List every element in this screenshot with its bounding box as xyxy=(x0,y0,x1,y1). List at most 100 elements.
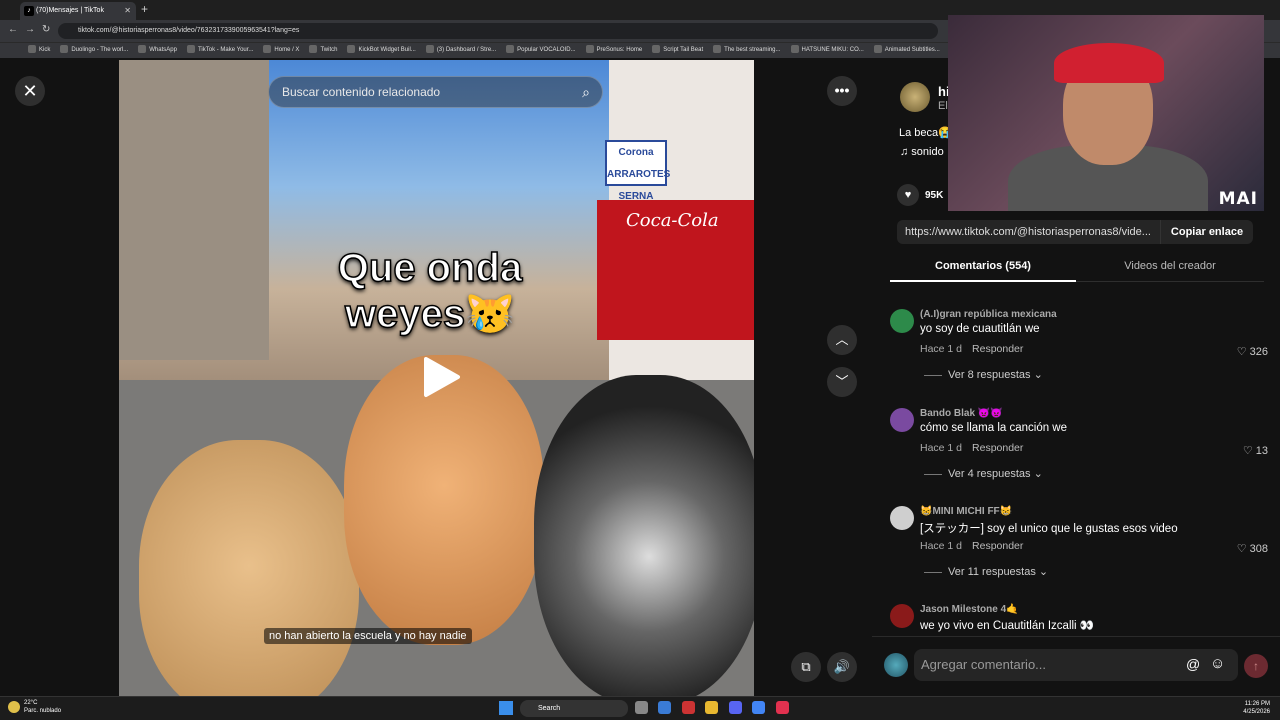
bookmark-item[interactable]: Duolingo - The worl... xyxy=(60,45,128,54)
taskbar-search[interactable]: Search xyxy=(520,700,628,717)
taskbar-clock[interactable]: 11:26 PM 4/25/2026 xyxy=(1243,700,1270,716)
url-field[interactable]: tiktok.com/@historiasperronas8/video/763… xyxy=(58,23,938,39)
post-comment-button[interactable]: ↑ xyxy=(1244,654,1268,678)
copy-link-button[interactable]: Copiar enlace xyxy=(1160,220,1253,244)
bookmark-item[interactable]: Home / X xyxy=(263,45,299,54)
like-count: 95K xyxy=(925,190,944,201)
comment-username[interactable]: Jason Milestone 4🤙 xyxy=(920,604,1019,615)
share-link-box: https://www.tiktok.com/@historiasperrona… xyxy=(897,220,1253,244)
more-options-button[interactable]: ••• xyxy=(827,76,857,106)
bookmark-label: KickBot Widget Buil... xyxy=(358,47,416,53)
view-replies-button[interactable]: Ver 8 respuestas ⌄ xyxy=(924,368,1043,381)
comment-time: Hace 1 d xyxy=(920,442,963,454)
reload-icon[interactable]: ↻ xyxy=(42,24,50,35)
comment-like-button[interactable]: ♡ 308 xyxy=(1237,542,1268,555)
comment-text: cómo se llama la canción we xyxy=(920,422,1068,434)
bookmark-favicon-icon xyxy=(873,45,882,54)
bookmark-item[interactable]: (3) Dashboard / Stre... xyxy=(425,45,497,54)
tab-close-icon[interactable]: ✕ xyxy=(124,2,131,20)
forward-icon[interactable]: → xyxy=(25,24,35,35)
bookmark-item[interactable]: TikTok - Make Your... xyxy=(186,45,253,54)
task-view-icon[interactable] xyxy=(635,701,648,714)
url-text: tiktok.com/@historiasperronas8/video/763… xyxy=(78,27,300,34)
volume-button[interactable]: 🔊 xyxy=(827,652,857,682)
comment-avatar[interactable] xyxy=(890,506,914,530)
comment-text: we yo vivo en Cuautitlán Izcalli 👀 xyxy=(920,620,1095,632)
bookmark-item[interactable]: Script Tail Beat xyxy=(652,45,703,54)
search-icon[interactable]: ⌕ xyxy=(582,77,590,107)
bookmark-item[interactable]: Popular VOCALOID... xyxy=(506,45,576,54)
comment-avatar[interactable] xyxy=(890,408,914,432)
back-icon[interactable]: ← xyxy=(8,24,18,35)
comment-like-button[interactable]: ♡ 326 xyxy=(1237,345,1268,358)
reply-button[interactable]: Responder xyxy=(972,442,1023,454)
bookmark-item[interactable]: Animated Subtitles... xyxy=(873,45,940,54)
post-music[interactable]: ♫ sonido xyxy=(900,146,944,158)
picture-in-picture-button[interactable]: ⧉ xyxy=(791,652,821,682)
view-replies-label: Ver 11 respuestas ⌄ xyxy=(948,566,1049,578)
obs-icon[interactable] xyxy=(681,701,695,714)
author-avatar[interactable] xyxy=(900,82,930,112)
comment-username[interactable]: 😸MINI MICHI FF😸 xyxy=(920,506,1012,517)
mention-icon[interactable]: @ xyxy=(1186,656,1200,672)
more-icon: ••• xyxy=(834,82,850,98)
start-icon[interactable] xyxy=(499,701,513,715)
browser-tab-title: (70)Mensajes | TikTok xyxy=(36,7,104,14)
bookmark-favicon-icon xyxy=(713,45,722,54)
tiktok-favicon-icon: ♪ xyxy=(24,6,34,16)
bookmark-favicon-icon xyxy=(186,45,195,54)
emoji-icon[interactable]: ☺ xyxy=(1210,655,1225,672)
comment-username[interactable]: (A.I)gran república mexicana xyxy=(920,309,1057,320)
bookmark-item[interactable]: Kick xyxy=(28,45,50,54)
comment-username[interactable]: Bando Blak 👿👿 xyxy=(920,408,1003,419)
related-search-input[interactable]: Buscar contenido relacionado ⌕ xyxy=(268,76,603,108)
comment-avatar[interactable] xyxy=(890,604,914,628)
volume-icon: 🔊 xyxy=(833,659,851,674)
bookmark-label: Twitch xyxy=(320,47,338,53)
play-icon[interactable] xyxy=(418,355,462,399)
bookmark-item[interactable]: WhatsApp xyxy=(138,45,177,54)
puppy-left xyxy=(139,440,359,696)
close-icon: ✕ xyxy=(22,81,38,101)
weather-widget[interactable]: 22°C Parc. nublado xyxy=(8,699,61,715)
view-replies-button[interactable]: Ver 11 respuestas ⌄ xyxy=(924,565,1048,578)
tab-comments[interactable]: Comentarios (554) xyxy=(890,256,1076,282)
weather-icon xyxy=(8,701,20,713)
comment-time: Hace 1 d xyxy=(920,343,963,355)
file-explorer-icon[interactable] xyxy=(705,701,719,714)
comment-meta: Hace 1 d Responder xyxy=(920,442,1023,454)
comment-like-button[interactable]: ♡ 13 xyxy=(1243,444,1268,457)
heart-icon: ♥ xyxy=(904,189,912,201)
comment-avatar[interactable] xyxy=(890,309,914,333)
tab-creator-videos[interactable]: Videos del creador xyxy=(1076,256,1264,282)
next-video-button[interactable]: ﹀ xyxy=(827,367,857,397)
bookmark-favicon-icon xyxy=(506,45,515,54)
bookmark-favicon-icon xyxy=(138,45,147,54)
discord-icon[interactable] xyxy=(728,701,742,714)
new-tab-icon[interactable]: + xyxy=(141,2,148,16)
bookmark-item[interactable]: HATSUNE MIKU: CO... xyxy=(790,45,864,54)
bookmark-item[interactable]: The best streaming... xyxy=(713,45,781,54)
chevron-down-icon: ﹀ xyxy=(835,374,849,389)
comment-time: Hace 1 d xyxy=(920,540,963,552)
comment-meta: Hace 1 d Responder xyxy=(920,343,1023,355)
share-link-url[interactable]: https://www.tiktok.com/@historiasperrona… xyxy=(905,220,1160,244)
view-replies-label: Ver 4 respuestas ⌄ xyxy=(948,468,1043,480)
edge-icon[interactable] xyxy=(658,701,672,714)
bookmark-item[interactable]: Twitch xyxy=(309,45,338,54)
chrome-icon[interactable] xyxy=(752,701,766,714)
view-replies-button[interactable]: Ver 4 respuestas ⌄ xyxy=(924,467,1043,480)
comment-text: yo soy de cuautitlán we xyxy=(920,323,1040,335)
like-button[interactable]: ♥ xyxy=(897,184,919,206)
close-button[interactable]: ✕ xyxy=(15,76,45,106)
divider xyxy=(924,473,942,475)
browser-tab[interactable]: ♪ (70)Mensajes | TikTok ✕ xyxy=(20,2,136,20)
bookmark-label: (3) Dashboard / Stre... xyxy=(436,47,497,53)
music-app-icon[interactable] xyxy=(775,701,789,714)
reply-button[interactable]: Responder xyxy=(972,343,1023,355)
bookmark-item[interactable]: PreSonus: Home xyxy=(585,45,642,54)
video-scene-building-left xyxy=(119,60,269,360)
reply-button[interactable]: Responder xyxy=(972,540,1023,552)
bookmark-item[interactable]: KickBot Widget Buil... xyxy=(347,45,416,54)
previous-video-button[interactable]: ︿ xyxy=(827,325,857,355)
